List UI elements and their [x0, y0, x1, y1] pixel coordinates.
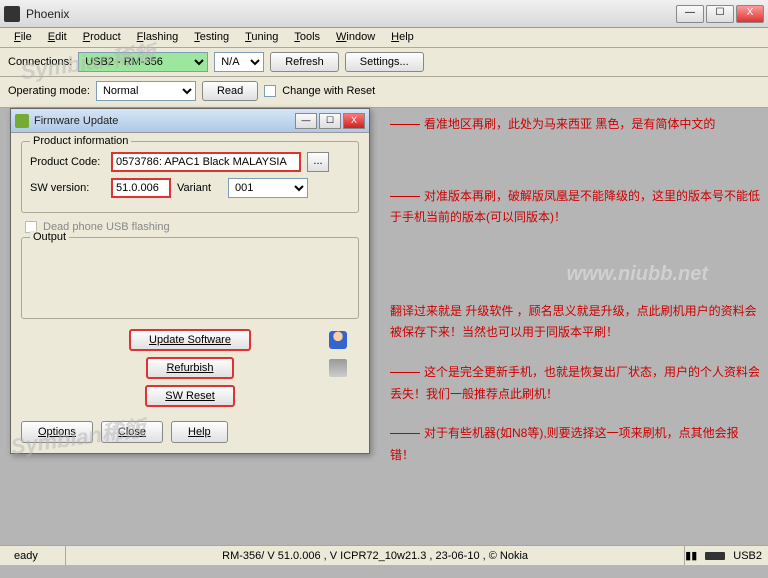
menu-flashing[interactable]: Flashing	[129, 28, 187, 47]
output-legend: Output	[30, 231, 69, 243]
browse-button[interactable]: ...	[307, 152, 329, 172]
change-reset-label: Change with Reset	[282, 85, 375, 97]
status-bars-icon: ▮▮	[685, 549, 697, 562]
menu-help[interactable]: Help	[383, 28, 422, 47]
status-ready: eady	[6, 546, 66, 565]
close-button[interactable]: X	[736, 5, 764, 23]
menu-window[interactable]: Window	[328, 28, 383, 47]
toolbar-row2: Operating mode: Normal Read Change with …	[0, 77, 768, 108]
annotation-2: 对准版本再刷，破解版凤凰是不能降级的，这里的版本号不能低于手机当前的版本(可以同…	[390, 186, 760, 229]
status-info: RM-356/ V 51.0.006 , V ICPR72_10w21.3 , …	[66, 546, 685, 565]
watermark-url: www.niubb.net	[567, 263, 708, 286]
opmode-label: Operating mode:	[8, 85, 90, 97]
main-window: Phoenix — ☐ X File Edit Product Flashing…	[0, 0, 768, 565]
product-code-label: Product Code:	[30, 156, 105, 168]
change-reset-checkbox[interactable]	[264, 85, 276, 97]
annotations: 看准地区再刷，此处为马来西亚 黑色，是有简体中文的 对准版本再刷，破解版凤凰是不…	[390, 114, 760, 484]
dialog-close-button[interactable]: X	[343, 113, 365, 129]
connections-combo[interactable]: USB2 - RM-356	[78, 52, 208, 72]
device-icon	[329, 359, 347, 377]
settings-button[interactable]: Settings...	[345, 52, 424, 72]
product-code-field[interactable]	[111, 152, 301, 172]
help-button[interactable]: Help	[171, 421, 228, 443]
maximize-button[interactable]: ☐	[706, 5, 734, 23]
menu-testing[interactable]: Testing	[186, 28, 237, 47]
sw-version-field[interactable]	[111, 178, 171, 198]
sw-reset-button[interactable]: SW Reset	[145, 385, 235, 407]
annotation-3: 翻译过来就是 升级软件 ，顾名思义就是升级，点此刷机用户的资料会被保存下来！当然…	[390, 301, 760, 344]
dialog-icon	[15, 114, 29, 128]
usb-icon	[705, 552, 725, 560]
menu-file[interactable]: File	[6, 28, 40, 47]
na-combo[interactable]: N/A	[214, 52, 264, 72]
person-icon	[329, 331, 347, 349]
annotation-5: 对于有些机器(如N8等),则要选择这一项来刷机，点其他会报错！	[390, 423, 760, 466]
product-info-legend: Product information	[30, 135, 131, 147]
annotation-1: 看准地区再刷，此处为马来西亚 黑色，是有简体中文的	[390, 114, 760, 136]
read-button[interactable]: Read	[202, 81, 258, 101]
firmware-update-dialog: Firmware Update — ☐ X Product informatio…	[10, 108, 370, 454]
annotation-4: 这个是完全更新手机，也就是恢复出厂状态，用户的个人资料会丢失！我们一般推荐点此刷…	[390, 362, 760, 405]
sw-version-label: SW version:	[30, 182, 105, 194]
dialog-maximize-button[interactable]: ☐	[319, 113, 341, 129]
update-software-button[interactable]: Update Software	[129, 329, 251, 351]
refresh-button[interactable]: Refresh	[270, 52, 339, 72]
menubar: File Edit Product Flashing Testing Tunin…	[0, 28, 768, 48]
statusbar: eady RM-356/ V 51.0.006 , V ICPR72_10w21…	[0, 545, 768, 565]
options-button[interactable]: Options	[21, 421, 93, 443]
dialog-titlebar: Firmware Update — ☐ X	[11, 109, 369, 133]
close-dialog-button[interactable]: Close	[101, 421, 163, 443]
window-title: Phoenix	[26, 7, 676, 21]
menu-tuning[interactable]: Tuning	[237, 28, 286, 47]
variant-combo[interactable]: 001	[228, 178, 308, 198]
output-group: Output	[21, 237, 359, 319]
status-usb: USB2	[733, 550, 762, 562]
app-icon	[4, 6, 20, 22]
dead-phone-row: Dead phone USB flashing	[25, 221, 359, 233]
product-info-group: Product information Product Code: ... SW…	[21, 141, 359, 213]
toolbar-row1: Connections: USB2 - RM-356 N/A Refresh S…	[0, 48, 768, 77]
opmode-combo[interactable]: Normal	[96, 81, 196, 101]
refurbish-button[interactable]: Refurbish	[146, 357, 233, 379]
connections-label: Connections:	[8, 56, 72, 68]
titlebar: Phoenix — ☐ X	[0, 0, 768, 28]
main-area: Firmware Update — ☐ X Product informatio…	[0, 108, 768, 578]
variant-label: Variant	[177, 182, 222, 194]
menu-edit[interactable]: Edit	[40, 28, 75, 47]
menu-tools[interactable]: Tools	[286, 28, 328, 47]
dialog-minimize-button[interactable]: —	[295, 113, 317, 129]
menu-product[interactable]: Product	[75, 28, 129, 47]
dialog-title: Firmware Update	[34, 115, 295, 127]
minimize-button[interactable]: —	[676, 5, 704, 23]
